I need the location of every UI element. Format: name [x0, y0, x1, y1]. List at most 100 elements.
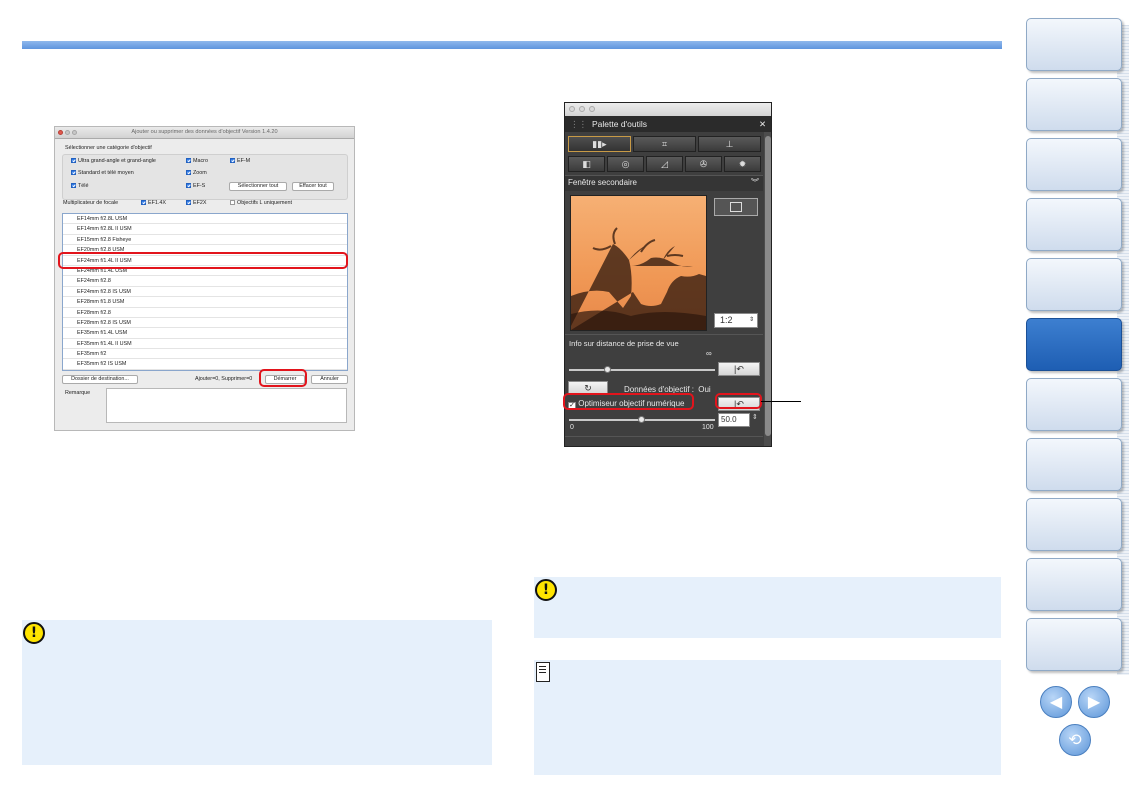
checkbox-l-only[interactable]: Objectifs L uniquement: [230, 200, 292, 207]
secondary-window-header[interactable]: Fenêtre secondaire ︾: [565, 175, 763, 191]
checkbox-standard[interactable]: Standard et télé moyen: [71, 170, 134, 177]
refresh-icon: ↻: [584, 383, 592, 393]
remark-field[interactable]: [106, 388, 347, 423]
palette-header: ⋮⋮ Palette d'outils ✕: [565, 116, 771, 132]
caution-icon: !: [535, 579, 557, 601]
fit-view-button[interactable]: [714, 198, 758, 216]
list-item[interactable]: EF14mm f/2.8L II USM: [63, 224, 347, 235]
optimizer-amount-field[interactable]: 50.0: [718, 413, 750, 427]
nav-tab-8[interactable]: [1026, 438, 1122, 491]
zoom-value: 1:2: [720, 315, 733, 325]
checkbox-checked-icon: [71, 183, 76, 188]
nav-tab-5[interactable]: [1026, 258, 1122, 311]
list-item[interactable]: EF15mm f/2.8 Fisheye: [63, 235, 347, 246]
optimizer-slider-handle[interactable]: [638, 416, 645, 423]
stepper-icon[interactable]: ⇕: [752, 413, 758, 421]
lens-list[interactable]: EF14mm f/2.8L USM EF14mm f/2.8L II USM E…: [62, 213, 348, 371]
clear-all-button[interactable]: Effacer tout: [292, 182, 334, 191]
destination-folder-button[interactable]: Dossier de destination...: [62, 375, 138, 384]
distance-reset-button[interactable]: |↶: [718, 362, 760, 376]
tab-crop[interactable]: ⌗: [633, 136, 696, 152]
cancel-button[interactable]: Annuler: [311, 375, 348, 384]
tree-silhouette-icon: [571, 227, 706, 330]
checkbox-ultra-wide[interactable]: Ultra grand-angle et grand-angle: [71, 158, 156, 165]
list-item[interactable]: EF35mm f/2 IS USM: [63, 359, 347, 370]
nav-tab-10[interactable]: [1026, 558, 1122, 611]
checkbox-ef-m[interactable]: EF-M: [230, 158, 250, 165]
minimize-window-icon[interactable]: [65, 130, 70, 135]
list-item[interactable]: EF35mm f/2: [63, 349, 347, 360]
checkbox-ef14x[interactable]: EF1.4X: [141, 200, 166, 207]
checkbox-zoom[interactable]: Zoom: [186, 170, 207, 177]
zoom-select[interactable]: 1:2 ⇕: [714, 313, 758, 328]
callout-leader-line: [761, 401, 801, 402]
distance-slider-handle[interactable]: [604, 366, 611, 373]
zoom-window-icon[interactable]: [72, 130, 77, 135]
checkbox-ef2x[interactable]: EF2X: [186, 200, 206, 207]
checkbox-checked-icon: [186, 200, 191, 205]
arrow-right-icon: ▶: [1087, 694, 1101, 711]
caution-box-right: [534, 577, 1001, 638]
zoom-window-icon[interactable]: [589, 106, 595, 112]
nav-tab-1[interactable]: [1026, 18, 1122, 71]
close-icon[interactable]: ✕: [759, 116, 766, 132]
lens-data-dialog: Ajouter ou supprimer des données d'objec…: [54, 126, 355, 431]
add-remove-status: Ajouter=0, Supprimer=0: [195, 376, 253, 382]
checkbox-checked-icon: [186, 158, 191, 163]
divider: [565, 436, 763, 437]
list-item[interactable]: EF35mm f/1.4L USM: [63, 328, 347, 339]
close-window-icon[interactable]: [569, 106, 575, 112]
return-button[interactable]: ⟲: [1059, 724, 1091, 756]
checkbox-tele[interactable]: Télé: [71, 183, 89, 190]
selected-lens-highlight: [58, 252, 348, 269]
picture-style-icon: ◧: [582, 159, 591, 169]
stepper-icon: ⇕: [749, 317, 755, 323]
select-all-button[interactable]: Sélectionner tout: [229, 182, 287, 191]
list-item[interactable]: EF28mm f/1.8 USM: [63, 297, 347, 308]
return-icon: ⟲: [1068, 732, 1082, 749]
arrow-left-icon: ◀: [1049, 694, 1063, 711]
nav-tab-11[interactable]: [1026, 618, 1122, 671]
previous-page-button[interactable]: ◀: [1040, 686, 1072, 718]
tab-stamp[interactable]: ⊥: [698, 136, 761, 152]
tab-lens-correction[interactable]: ◎: [607, 156, 644, 172]
caution-icon: !: [23, 622, 45, 644]
nav-tab-9[interactable]: [1026, 498, 1122, 551]
list-item[interactable]: EF35mm f/1.4L II USM: [63, 339, 347, 350]
tab-picture-style[interactable]: ◧: [568, 156, 605, 172]
palette-scrollbar[interactable]: [764, 132, 771, 446]
checkbox-ef-s[interactable]: EF-S: [186, 183, 205, 190]
stamp-icon: ⊥: [725, 139, 734, 149]
tab-settings[interactable]: ✹: [724, 156, 761, 172]
list-item[interactable]: EF28mm f/2.8: [63, 308, 347, 318]
list-item[interactable]: EF24mm f/2.8 IS USM: [63, 287, 347, 298]
nav-tab-4[interactable]: [1026, 198, 1122, 251]
close-window-icon[interactable]: [58, 130, 63, 135]
checkbox-checked-icon: [230, 158, 235, 163]
slider-min-label: 0: [570, 424, 574, 431]
basic-adjust-icon: ▮▮▸: [592, 139, 607, 149]
minimize-window-icon[interactable]: [579, 106, 585, 112]
nav-tab-6-active[interactable]: [1026, 318, 1122, 371]
crop-icon: ⌗: [661, 139, 668, 149]
distance-slider-track[interactable]: [569, 369, 715, 371]
palette-titlebar: [565, 103, 771, 116]
next-page-button[interactable]: ▶: [1078, 686, 1110, 718]
list-item[interactable]: EF28mm f/2.8 IS USM: [63, 318, 347, 329]
list-item[interactable]: EF24mm f/2.8: [63, 276, 347, 287]
nav-tab-2[interactable]: [1026, 78, 1122, 131]
slider-max-label: 100: [702, 424, 714, 431]
nav-tab-7[interactable]: [1026, 378, 1122, 431]
memo-box: [534, 660, 1001, 775]
chevron-down-icon[interactable]: ︾: [751, 177, 759, 188]
tab-basic-adjust[interactable]: ▮▮▸: [568, 136, 631, 152]
tab-tone-curve[interactable]: ◿: [646, 156, 683, 172]
start-button-highlight: [259, 369, 307, 387]
tab-color[interactable]: ✇: [685, 156, 722, 172]
fit-view-icon: [730, 202, 742, 212]
scrollbar-thumb[interactable]: [765, 136, 771, 436]
nav-tab-3[interactable]: [1026, 138, 1122, 191]
checkbox-macro[interactable]: Macro: [186, 158, 208, 165]
list-item[interactable]: EF14mm f/2.8L USM: [63, 214, 347, 225]
optimizer-highlight: [563, 393, 694, 410]
